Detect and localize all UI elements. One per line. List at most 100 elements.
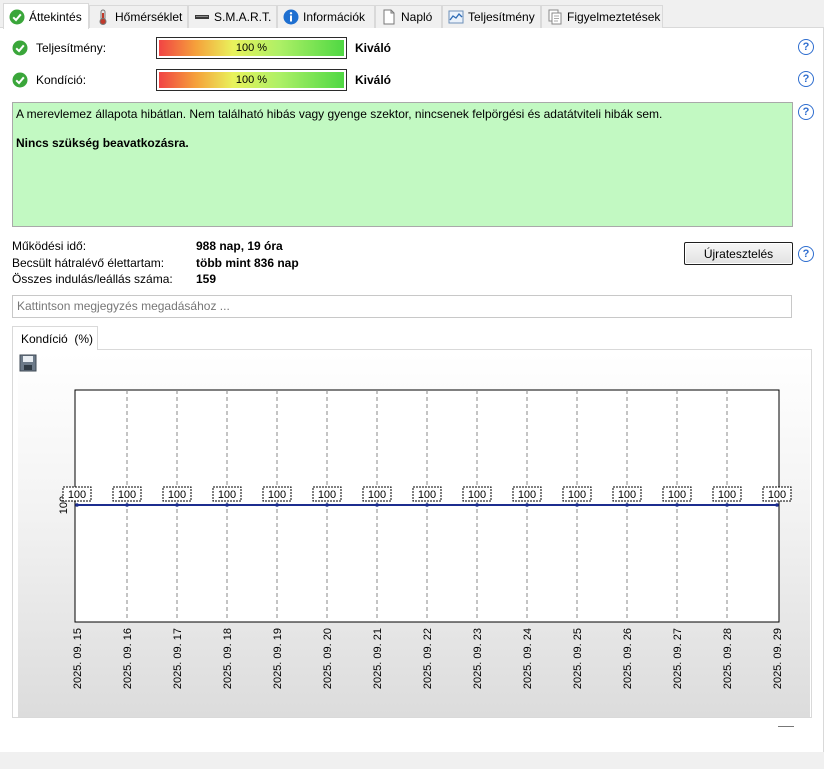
x-tick-label: 2025. 09. 28 xyxy=(722,628,734,689)
tab-temperature[interactable]: Hőmérséklet xyxy=(89,5,188,28)
overview-panel: Teljesítmény: 100 % Kiváló ? Kondíció: 1… xyxy=(0,28,824,752)
data-point xyxy=(275,503,279,507)
log-document-icon xyxy=(381,9,397,25)
performance-bar-fill: 100 % xyxy=(159,40,344,56)
performance-rating: Kiváló xyxy=(355,41,392,55)
data-label: 100 xyxy=(368,489,386,501)
info-key-uptime: Működési idő: xyxy=(12,239,87,253)
info-key-lifetime: Becsült hátralévő élettartam: xyxy=(12,256,165,270)
info-value-start-stop: 159 xyxy=(196,272,217,286)
data-label: 100 xyxy=(118,489,136,501)
tab-information[interactable]: Információk xyxy=(277,5,375,28)
tab-label: Figyelmeztetések xyxy=(567,10,661,24)
data-label: 100 xyxy=(618,489,636,501)
x-tick-label: 2025. 09. 18 xyxy=(222,628,234,689)
data-label: 100 xyxy=(518,489,536,501)
tab-health-chart[interactable]: Kondíció (%) xyxy=(12,326,98,350)
x-tick-label: 2025. 09. 23 xyxy=(472,628,484,689)
data-point xyxy=(675,503,679,507)
data-label: 100 xyxy=(318,489,336,501)
data-point xyxy=(125,503,129,507)
chart-tab-label: Kondíció (%) xyxy=(21,331,94,346)
retest-button[interactable]: Újratesztelés xyxy=(684,242,793,265)
x-tick-label: 2025. 09. 17 xyxy=(172,628,184,689)
status-bar xyxy=(0,752,824,769)
data-point xyxy=(625,503,629,507)
health-progress-bar: 100 % xyxy=(156,69,347,91)
main-tab-bar: Áttekintés Hőmérséklet S.M.A.R.T. Inform… xyxy=(0,0,824,29)
tab-label: Áttekintés xyxy=(29,9,82,24)
x-tick-label: 2025. 09. 20 xyxy=(322,628,334,689)
data-label: 100 xyxy=(568,489,586,501)
data-label: 100 xyxy=(218,489,236,501)
performance-label: Teljesítmény: xyxy=(36,41,107,55)
x-tick-label: 2025. 09. 21 xyxy=(372,628,384,689)
note-input[interactable]: Kattintson megjegyzés megadásához ... xyxy=(12,295,792,318)
thermometer-icon xyxy=(95,9,111,25)
x-tick-label: 2025. 09. 16 xyxy=(122,628,134,689)
tab-log[interactable]: Napló xyxy=(375,5,442,28)
chart-scrollbar-handle[interactable] xyxy=(778,726,794,727)
data-label: 100 xyxy=(768,489,786,501)
tab-smart[interactable]: S.M.A.R.T. xyxy=(188,5,277,28)
data-point xyxy=(75,503,79,507)
warnings-icon xyxy=(547,9,563,25)
check-circle-icon xyxy=(9,9,25,25)
info-value-uptime: 988 nap, 19 óra xyxy=(196,239,283,253)
data-label: 100 xyxy=(468,489,486,501)
check-circle-icon xyxy=(12,72,28,91)
health-chart: 100 100 2025. 09. 15 100 2025. 09. 16 100 2025… xyxy=(58,389,792,689)
help-icon[interactable]: ? xyxy=(798,39,814,55)
health-percent: 100 % xyxy=(235,74,268,86)
x-tick-label: 2025. 09. 19 xyxy=(272,628,284,689)
data-point xyxy=(425,503,429,507)
data-point xyxy=(375,503,379,507)
data-label: 100 xyxy=(68,489,86,501)
tab-label: Teljesítmény xyxy=(468,10,535,24)
tab-label: S.M.A.R.T. xyxy=(214,10,272,24)
health-bar-fill: 100 % xyxy=(159,72,344,88)
tab-overview[interactable]: Áttekintés xyxy=(3,3,89,29)
x-tick-label: 2025. 09. 22 xyxy=(422,628,434,689)
performance-progress-bar: 100 % xyxy=(156,37,347,59)
data-point xyxy=(325,503,329,507)
health-status-row: Kondíció: 100 % Kiváló xyxy=(12,69,412,91)
chart-tab-bar: Kondíció (%) xyxy=(12,326,812,350)
data-point xyxy=(575,503,579,507)
chart-container: 100 100 2025. 09. 15 100 2025. 09. 16 100 2025… xyxy=(12,350,812,727)
tab-label: Hőmérséklet xyxy=(115,10,183,24)
x-tick-label: 2025. 09. 15 xyxy=(72,628,84,689)
tab-label: Információk xyxy=(303,10,366,24)
data-point xyxy=(775,503,779,507)
x-tick-label: 2025. 09. 25 xyxy=(572,628,584,689)
info-value-lifetime: több mint 836 nap xyxy=(196,256,299,270)
health-rating: Kiváló xyxy=(355,73,392,87)
x-tick-label: 2025. 09. 29 xyxy=(772,628,784,689)
status-message-box: A merevlemez állapota hibátlan. Nem talá… xyxy=(12,102,793,227)
x-tick-label: 2025. 09. 24 xyxy=(522,628,534,689)
help-icon[interactable]: ? xyxy=(798,71,814,87)
data-label: 100 xyxy=(418,489,436,501)
performance-chart-icon xyxy=(448,9,464,25)
help-icon[interactable]: ? xyxy=(798,104,814,120)
performance-percent: 100 % xyxy=(235,42,268,54)
data-label: 100 xyxy=(718,489,736,501)
data-point xyxy=(175,503,179,507)
tab-label: Napló xyxy=(401,10,433,24)
help-icon[interactable]: ? xyxy=(798,246,814,262)
check-circle-icon xyxy=(12,40,28,59)
data-label: 100 xyxy=(168,489,186,501)
x-tick-label: 2025. 09. 26 xyxy=(622,628,634,689)
data-point xyxy=(725,503,729,507)
info-key-start-stop: Összes indulás/leállás száma: xyxy=(12,272,173,286)
health-label: Kondíció: xyxy=(36,73,87,87)
status-message-line: A merevlemez állapota hibátlan. Nem talá… xyxy=(16,107,663,121)
tab-warnings[interactable]: Figyelmeztetések xyxy=(541,5,663,28)
performance-status-row: Teljesítmény: 100 % Kiváló xyxy=(12,37,412,59)
data-point xyxy=(225,503,229,507)
data-label: 100 xyxy=(268,489,286,501)
status-recommendation: Nincs szükség beavatkozásra. xyxy=(16,136,189,150)
x-tick-label: 2025. 09. 27 xyxy=(672,628,684,689)
data-label: 100 xyxy=(668,489,686,501)
tab-performance[interactable]: Teljesítmény xyxy=(442,5,541,28)
